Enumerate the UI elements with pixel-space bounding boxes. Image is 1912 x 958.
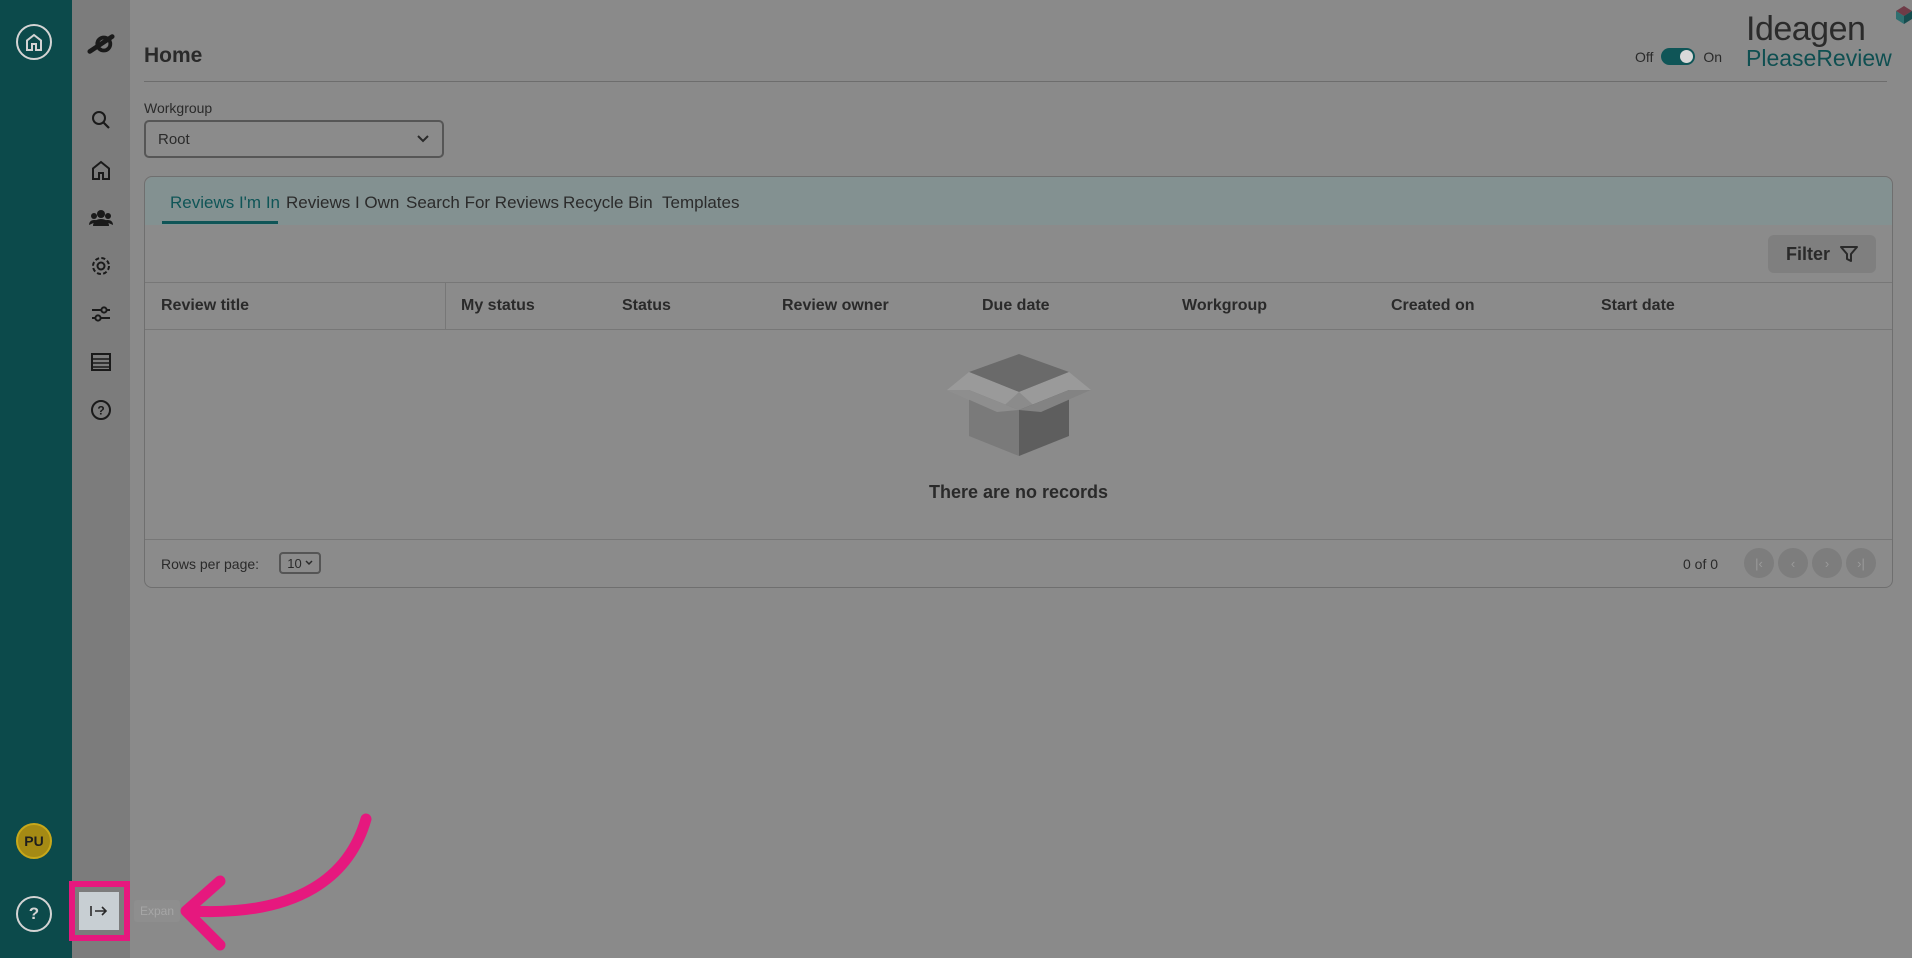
svg-text:?: ? [97,404,104,418]
gear-icon[interactable] [87,252,115,280]
last-page-button[interactable]: ›| [1846,548,1876,578]
tab-bar: Reviews I'm In Reviews I Own Search For … [145,177,1892,225]
app-rail: PU ? [0,0,72,958]
col-review-owner[interactable]: Review owner [782,297,889,315]
users-icon[interactable] [87,204,115,232]
workgroup-select[interactable]: Root [144,120,444,158]
col-review-title[interactable]: Review title [161,297,249,315]
active-tab-indicator [162,221,278,224]
next-page-button[interactable]: › [1812,548,1842,578]
chevron-down-icon [417,135,429,143]
sidebar: ? [72,0,130,958]
previous-page-button[interactable]: ‹ [1778,548,1808,578]
tutorial-arrow-icon [180,813,372,951]
col-my-status[interactable]: My status [461,297,535,315]
col-workgroup[interactable]: Workgroup [1182,297,1267,315]
col-start-date[interactable]: Start date [1601,297,1675,315]
rows-per-page-select[interactable]: 10 [279,552,321,574]
chevron-left-icon: ‹ [1790,555,1796,571]
home-icon [26,33,42,51]
first-page-icon: |‹ [1755,555,1763,571]
pagination-count: 0 of 0 [1683,556,1719,572]
workgroup-label: Workgroup [144,100,213,116]
table-footer-border [145,539,1892,540]
product-name: PleaseReview [1746,45,1892,71]
first-page-button[interactable]: |‹ [1744,548,1774,578]
filter-icon [1840,246,1858,262]
help-button[interactable]: ? [16,896,52,932]
workgroup-value: Root [158,130,190,148]
tab-recycle-bin[interactable]: Recycle Bin [563,193,653,213]
list-icon[interactable] [87,348,115,376]
filter-label: Filter [1785,243,1830,264]
col-status[interactable]: Status [622,297,671,315]
toggle-on-label: On [1703,48,1723,65]
reviews-panel: Reviews I'm In Reviews I Own Search For … [144,176,1893,588]
home-icon[interactable] [87,156,115,184]
table-header-bottom-border [145,329,1892,330]
col-due-date[interactable]: Due date [982,297,1050,315]
sliders-icon[interactable] [87,300,115,328]
brand-mark-icon [1896,6,1912,24]
tab-templates[interactable]: Templates [662,193,739,213]
main-content: Home Off On Ideagen PleaseReview Workgro… [130,0,1912,958]
column-separator [445,282,446,329]
search-icon[interactable] [87,106,115,134]
toggle-off-label: Off [1635,48,1654,65]
mode-toggle[interactable] [1661,48,1696,65]
filter-button[interactable]: Filter [1768,235,1876,273]
help-icon[interactable]: ? [87,396,115,424]
mode-toggle-group: Off On [1635,48,1722,65]
brand-logo: Ideagen PleaseReview [1746,6,1912,72]
avatar[interactable]: PU [16,823,52,859]
tab-reviews-i-own[interactable]: Reviews I Own [286,193,399,213]
tab-search-for-reviews[interactable]: Search For Reviews [406,193,559,213]
brand-name: Ideagen [1746,10,1866,48]
tutorial-highlight-box [69,881,130,941]
page-title: Home [144,44,203,67]
table-header-top-border [145,282,1892,283]
rows-per-page-label: Rows per page: [161,556,260,572]
logo-icon[interactable] [87,30,115,58]
last-page-icon: ›| [1857,555,1865,571]
empty-state-message: There are no records [928,482,1109,502]
tab-reviews-im-in[interactable]: Reviews I'm In [170,193,280,213]
col-created-on[interactable]: Created on [1391,297,1475,315]
rows-per-page-value: 10 [287,555,302,571]
empty-box-icon [947,354,1091,456]
rail-home-button[interactable] [16,24,52,60]
chevron-right-icon: › [1824,555,1830,571]
chevron-down-icon [305,560,313,566]
title-divider [144,81,1887,82]
